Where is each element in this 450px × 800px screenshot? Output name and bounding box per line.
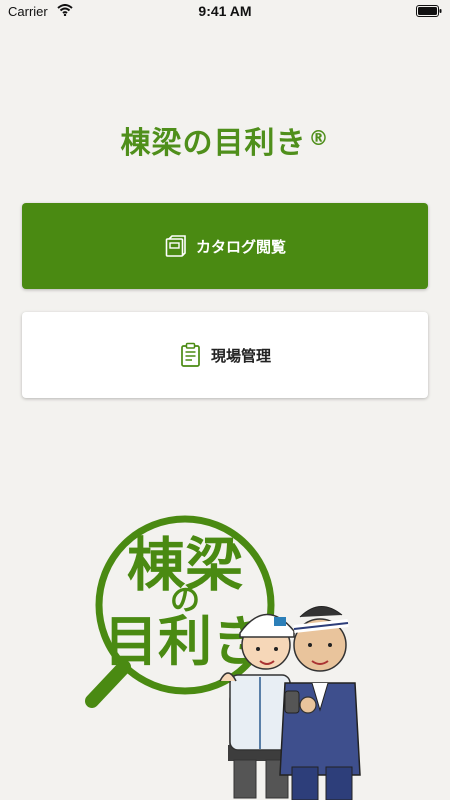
mascot-illustration: 棟梁 の 目利き (85, 515, 361, 800)
magnifier-logo: 棟梁 の 目利き (85, 515, 275, 708)
site-management-button[interactable]: 現場管理 (22, 312, 428, 398)
registered-mark: ® (308, 126, 330, 150)
site-management-button-label: 現場管理 (210, 346, 271, 365)
clipboard-icon (179, 342, 203, 368)
catalog-button[interactable]: カタログ閲覧 (22, 203, 428, 289)
clock-time: 9:41 AM (198, 3, 252, 19)
app-title-text: 棟梁の目利き (120, 126, 307, 161)
app-title: 棟梁の目利き ® (0, 118, 450, 162)
catalog-button-label: カタログ閲覧 (195, 237, 286, 256)
status-bar: Carrier 9:41 AM (0, 0, 450, 24)
catalog-book-icon (164, 234, 188, 258)
battery-icon (416, 5, 442, 20)
